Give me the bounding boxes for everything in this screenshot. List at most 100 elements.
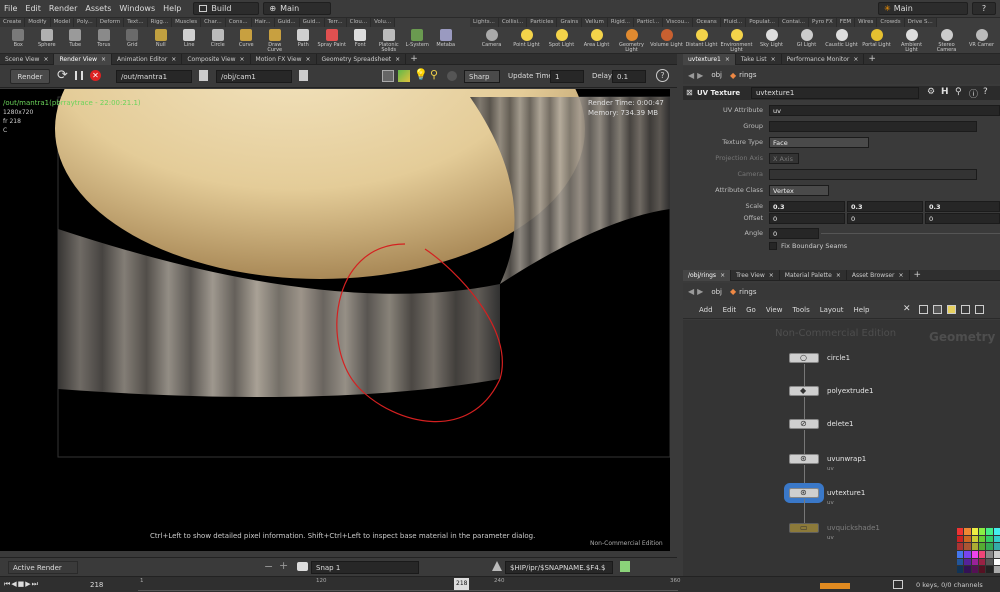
shelf-tab[interactable]: Oceans [693, 18, 721, 27]
remove-snapshot-icon[interactable]: − [264, 560, 273, 573]
palette-swatch[interactable] [979, 535, 986, 543]
add-snapshot-icon[interactable]: + [279, 559, 288, 572]
shelf-tool-tube[interactable]: Tube [61, 28, 90, 54]
palette-swatch[interactable] [993, 528, 1000, 535]
shelf-tool-font[interactable]: Font [346, 28, 375, 54]
shelf-tab[interactable]: Muscles [172, 18, 202, 27]
network-editor[interactable]: Non-Commercial Edition Geometry ○ circle1… [683, 320, 1000, 576]
shelf-tool-caustic-light[interactable]: Caustic Light [824, 28, 859, 54]
network-back-icon[interactable]: ◀ [688, 287, 694, 296]
network-info-icon[interactable] [975, 305, 984, 314]
palette-swatch[interactable] [964, 535, 971, 543]
right-context-dropdown[interactable]: ✳ Main [878, 2, 968, 15]
palette-swatch[interactable] [957, 566, 964, 573]
tab-material-palette[interactable]: Material Palette × [780, 269, 847, 281]
node-circle1[interactable]: ○ [789, 353, 819, 363]
wrench-icon[interactable]: ✕ [903, 304, 911, 314]
current-frame[interactable]: 218 [90, 581, 103, 589]
camera-path-field[interactable]: /obj/cam1 [216, 70, 292, 83]
camera-snapshot-icon[interactable] [297, 562, 308, 571]
pause-icon[interactable] [75, 71, 83, 80]
shelf-tab[interactable]: Guid... [299, 18, 325, 27]
network-menu-tools[interactable]: Tools [792, 306, 809, 314]
shelf-tool-geometry-light[interactable]: Geometry Light [614, 28, 649, 54]
playhead-marker[interactable]: 218 [454, 578, 470, 590]
param-field-group[interactable] [769, 121, 977, 132]
shelf-tool-stereo-camera[interactable]: Stereo Camera [929, 28, 964, 54]
ipr-path-field[interactable]: $HIP/ipr/$SNAPNAME.$F4.$ [505, 561, 613, 574]
shelf-tab[interactable]: Poly... [74, 18, 97, 27]
region-icon[interactable] [447, 71, 457, 81]
shelf-tool-circle[interactable]: Circle [204, 28, 233, 54]
rop-path-field[interactable]: /out/mantra1 [116, 70, 192, 83]
palette-swatch[interactable] [971, 528, 978, 535]
shelf-tab[interactable]: Particles [527, 18, 558, 27]
palette-swatch[interactable] [979, 550, 986, 558]
shelf-tab[interactable]: Lights... [470, 18, 499, 27]
palette-swatch[interactable] [971, 535, 978, 543]
menu-file[interactable]: File [0, 0, 21, 18]
palette-swatch[interactable] [986, 528, 993, 535]
color-correct-icon[interactable] [398, 70, 410, 82]
close-tab-icon[interactable]: × [853, 56, 858, 63]
shelf-tool-sky-light[interactable]: Sky Light [754, 28, 789, 54]
network-path-root[interactable]: obj [711, 288, 722, 296]
param-field-uv-attribute[interactable]: uv [769, 105, 1000, 116]
playback-controls-icon[interactable]: ⏮◀■▶⏭ [4, 580, 39, 589]
shelf-tool-curve[interactable]: Curve [232, 28, 261, 54]
palette-swatch[interactable] [971, 566, 978, 573]
gear-icon[interactable]: ⚙ [927, 87, 935, 97]
shelf-tab[interactable]: Collisi... [498, 18, 528, 27]
palette-swatch[interactable] [957, 550, 964, 558]
palette-swatch[interactable] [964, 558, 971, 566]
palette-swatch[interactable] [957, 528, 964, 535]
network-menu-edit[interactable]: Edit [723, 306, 737, 314]
param-field-attribute-class[interactable]: Vertex [769, 185, 829, 196]
shelf-tool-draw-curve[interactable]: Draw Curve [261, 28, 290, 54]
shelf-tool-metaba[interactable]: Metaba [432, 28, 461, 54]
palette-swatch[interactable] [979, 528, 986, 535]
close-tab-icon[interactable]: × [771, 56, 776, 63]
shelf-tab[interactable]: Cons... [225, 18, 252, 27]
shelf-tab[interactable]: Text... [124, 18, 148, 27]
shelf-tab[interactable]: Pyro FX [809, 18, 837, 27]
node-help-icon[interactable]: ? [983, 87, 988, 97]
shelf-tab[interactable]: Modify [25, 18, 51, 27]
scale-x-field[interactable]: 0.3 [769, 201, 845, 212]
shelf-tab[interactable]: FEM [836, 18, 856, 27]
tab-take-list[interactable]: Take List × [736, 53, 782, 65]
network-menu-layout[interactable]: Layout [820, 306, 844, 314]
shelf-tab[interactable]: Rigg... [147, 18, 173, 27]
shelf-tool-null[interactable]: Null [147, 28, 176, 54]
palette-swatch[interactable] [986, 566, 993, 573]
palette-swatch[interactable] [993, 566, 1000, 573]
palette-swatch[interactable] [971, 558, 978, 566]
shelf-tool-path[interactable]: Path [289, 28, 318, 54]
render-help-button[interactable]: ? [656, 69, 669, 82]
tab-scene-view[interactable]: Scene View × [0, 53, 55, 65]
close-tab-icon[interactable]: × [720, 272, 725, 279]
palette-swatch[interactable] [993, 543, 1000, 550]
scale-z-field[interactable]: 0.3 [925, 201, 1000, 212]
save-snapshot-icon[interactable] [620, 561, 630, 572]
palette-swatch[interactable] [993, 558, 1000, 566]
render-button[interactable]: Render [10, 69, 50, 84]
tab-render-view[interactable]: Render View × [54, 53, 113, 65]
network-menu-help[interactable]: Help [854, 306, 870, 314]
network-path-child[interactable]: rings [739, 288, 756, 296]
shelf-tool-vr-camer[interactable]: VR Camer [964, 28, 999, 54]
shelf-tool-point-light[interactable]: Point Light [509, 28, 544, 54]
palette-swatch[interactable] [979, 566, 986, 573]
back-arrow-icon[interactable]: ◀ [688, 71, 694, 80]
shelf-tool-camera[interactable]: Camera [474, 28, 509, 54]
light-bulb-icon[interactable]: 💡 [414, 68, 428, 81]
fix-seams-checkbox[interactable] [769, 242, 777, 250]
palette-swatch[interactable] [964, 550, 971, 558]
palette-swatch[interactable] [957, 558, 964, 566]
node-uvquickshade1[interactable]: ▭ [789, 523, 819, 533]
palette-swatch[interactable] [993, 535, 1000, 543]
shelf-tab[interactable]: Vellum [582, 18, 608, 27]
close-tab-icon[interactable]: × [171, 56, 176, 63]
palette-swatch[interactable] [986, 543, 993, 550]
path-child[interactable]: rings [739, 71, 756, 79]
